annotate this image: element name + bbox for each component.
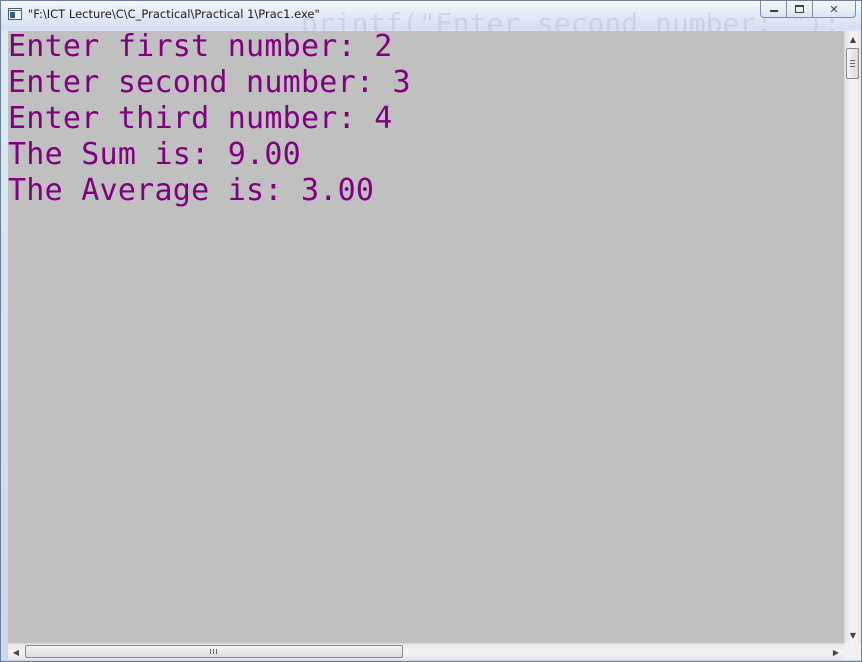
maximize-button[interactable] xyxy=(786,1,812,18)
grip-icon xyxy=(210,649,217,654)
horizontal-scrollbar[interactable]: ◀ ▶ xyxy=(8,643,844,660)
console-line: Enter third number: 4 xyxy=(8,101,393,136)
resize-grip[interactable] xyxy=(844,643,861,660)
console-line: Enter first number: 2 xyxy=(8,31,393,64)
close-button[interactable]: ✕ xyxy=(812,1,856,18)
maximize-icon xyxy=(795,5,804,13)
minimize-icon xyxy=(770,10,778,12)
console-app-icon[interactable] xyxy=(8,8,22,20)
console-window: "F:\ICT Lecture\C\C_Practical\Practical … xyxy=(0,0,862,662)
window-controls: ✕ xyxy=(760,1,856,19)
vertical-scrollbar[interactable]: ▲ ▼ xyxy=(844,31,861,643)
console-line: Enter second number: 3 xyxy=(8,65,411,100)
scroll-up-icon[interactable]: ▲ xyxy=(845,31,861,47)
grip-icon xyxy=(850,60,855,67)
scroll-right-icon[interactable]: ▶ xyxy=(828,644,844,660)
minimize-button[interactable] xyxy=(760,1,786,18)
console-output-area[interactable]: Enter first number: 2 Enter second numbe… xyxy=(8,31,844,643)
vertical-scroll-thumb[interactable] xyxy=(846,48,859,79)
scroll-down-icon[interactable]: ▼ xyxy=(845,627,861,643)
console-line: The Average is: 3.00 xyxy=(8,173,375,208)
console-line: The Sum is: 9.00 xyxy=(8,137,301,172)
scroll-left-icon[interactable]: ◀ xyxy=(8,644,24,660)
window-title: "F:\ICT Lecture\C\C_Practical\Practical … xyxy=(28,7,320,21)
horizontal-scroll-thumb[interactable] xyxy=(25,645,403,658)
title-bar[interactable]: "F:\ICT Lecture\C\C_Practical\Practical … xyxy=(1,1,861,38)
console-lines: Enter first number: 2 Enter second numbe… xyxy=(8,31,411,209)
close-icon: ✕ xyxy=(829,2,839,16)
